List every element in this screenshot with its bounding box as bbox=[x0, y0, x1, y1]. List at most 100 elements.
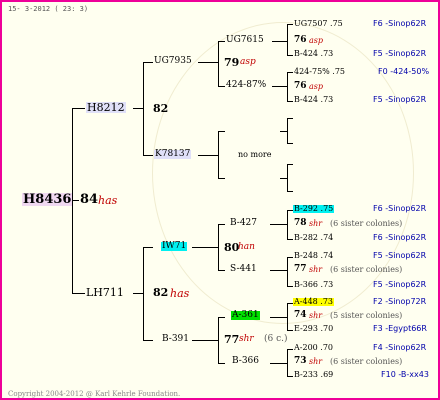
g4-5-race: shr bbox=[309, 357, 323, 366]
g4-2-bottom[interactable]: B-282 .74 bbox=[294, 234, 333, 242]
connector bbox=[72, 108, 85, 109]
g4-2-score: 78 bbox=[294, 218, 307, 228]
connector bbox=[287, 210, 288, 240]
g4-4-score: 74 bbox=[294, 310, 307, 320]
connector bbox=[287, 376, 293, 377]
connector bbox=[287, 164, 293, 165]
connector bbox=[218, 86, 225, 87]
g4-5-bottom[interactable]: B-233 .69 bbox=[294, 371, 333, 379]
connector bbox=[198, 155, 218, 156]
gen3-b[interactable]: 424-87% bbox=[226, 81, 266, 90]
g4-3-top[interactable]: B-248 .74 bbox=[294, 252, 333, 260]
g4-4-top[interactable]: A-448 .73 bbox=[293, 298, 335, 306]
connector bbox=[218, 41, 225, 42]
pedigree-chart: 15- 3-2012 ( 23: 3) Copyright 2004-2012 … bbox=[0, 0, 440, 400]
gen2-d1-id[interactable]: IW71 bbox=[161, 242, 188, 251]
connector bbox=[287, 143, 293, 144]
gen3-f[interactable]: B-366 bbox=[232, 357, 259, 366]
connector bbox=[287, 24, 293, 25]
connector bbox=[218, 363, 225, 364]
root-race: has bbox=[98, 194, 118, 207]
g4-2-right-top: F6 -Sinop62R bbox=[373, 204, 427, 213]
connector bbox=[287, 330, 293, 331]
connector bbox=[218, 317, 225, 318]
connector bbox=[218, 224, 225, 225]
root-queen-id[interactable]: H8436 bbox=[22, 193, 73, 206]
gen2-d2-id[interactable]: B-391 bbox=[162, 335, 189, 344]
g4-0-top[interactable]: UG7507 .75 bbox=[294, 20, 343, 28]
gen3-c[interactable]: B-427 bbox=[230, 219, 257, 228]
gen3-e[interactable]: A-361 bbox=[231, 311, 260, 320]
g4-2-top[interactable]: B-292 .75 bbox=[293, 205, 335, 213]
connector bbox=[218, 41, 219, 87]
dam-id[interactable]: LH711 bbox=[86, 287, 124, 298]
connector bbox=[270, 317, 287, 318]
connector bbox=[143, 247, 144, 341]
g4-1-score: 76 bbox=[294, 81, 307, 91]
g4-5-score: 73 bbox=[294, 356, 307, 366]
gen2-s1-score: 79 bbox=[224, 56, 240, 69]
connector bbox=[270, 363, 287, 364]
connector bbox=[287, 191, 293, 192]
watermark-emblem bbox=[152, 22, 414, 324]
g4-3-right-top: F5 -Sinop62R bbox=[373, 251, 427, 260]
connector bbox=[287, 239, 293, 240]
gen2-s1-id[interactable]: UG7935 bbox=[154, 57, 192, 66]
g4-1-race: asp bbox=[309, 82, 323, 91]
connector bbox=[287, 257, 288, 287]
g4-0-score: 76 bbox=[294, 35, 307, 45]
g4-4-right-top: F2 -Sinop72R bbox=[373, 297, 427, 306]
connector bbox=[287, 303, 288, 331]
connector bbox=[143, 62, 144, 156]
connector bbox=[218, 270, 225, 271]
gen3-d[interactable]: S-441 bbox=[230, 265, 257, 274]
g4-0-right-top: F6 -Sinop62R bbox=[373, 19, 427, 28]
connector bbox=[287, 118, 293, 119]
connector bbox=[143, 155, 153, 156]
dam-race: has bbox=[170, 287, 190, 300]
g4-3-score: 77 bbox=[294, 264, 307, 274]
g4-1-right-top: F0 -424-50% bbox=[378, 67, 430, 76]
connector bbox=[72, 293, 85, 294]
connector bbox=[287, 286, 293, 287]
g4-5-extra: (6 sister colonies) bbox=[330, 357, 403, 366]
g4-5-right-top: F4 -Sinop62R bbox=[373, 343, 427, 352]
connector bbox=[287, 349, 288, 377]
g4-4-bottom[interactable]: E-293 .70 bbox=[294, 325, 333, 333]
connector bbox=[272, 41, 287, 42]
connector bbox=[218, 178, 225, 179]
g4-0-bottom[interactable]: B-424 .73 bbox=[294, 50, 333, 58]
connector bbox=[287, 164, 288, 192]
connector bbox=[218, 131, 219, 179]
footer-copyright: Copyright 2004-2012 @ Karl Kehrle Founda… bbox=[8, 390, 181, 398]
g4-4-race: shr bbox=[309, 311, 323, 320]
connector bbox=[272, 86, 287, 87]
gen2-d2-extra: (6 c.) bbox=[264, 334, 288, 344]
connector bbox=[192, 340, 218, 341]
connector bbox=[287, 72, 293, 73]
gen2-s1-race: asp bbox=[240, 57, 256, 67]
g4-1-top[interactable]: 424-75% .75 bbox=[294, 68, 345, 76]
g4-5-top[interactable]: A-200 .70 bbox=[294, 344, 333, 352]
connector bbox=[198, 62, 218, 63]
g4-1-right-bottom: F5 -Sinop62R bbox=[373, 95, 427, 104]
dam-score: 82 bbox=[153, 286, 169, 299]
connector bbox=[270, 224, 287, 225]
gen2-s2-id[interactable]: K78137 bbox=[154, 150, 192, 159]
g4-3-bottom[interactable]: B-366 .73 bbox=[294, 281, 333, 289]
connector bbox=[287, 118, 288, 144]
g4-4-extra: (5 sister colonies) bbox=[330, 311, 403, 320]
g4-5-right-bottom: F10 -B-xx43 bbox=[381, 370, 429, 379]
connector bbox=[287, 257, 293, 258]
connector bbox=[287, 349, 293, 350]
no-more-note: no more bbox=[238, 150, 272, 159]
gen3-a[interactable]: UG7615 bbox=[226, 36, 264, 45]
g4-1-bottom[interactable]: B-424 .73 bbox=[294, 96, 333, 104]
connector bbox=[143, 62, 153, 63]
connector bbox=[72, 108, 73, 294]
connector bbox=[287, 101, 293, 102]
connector bbox=[192, 247, 218, 248]
sire-id[interactable]: H8212 bbox=[86, 102, 126, 113]
connector bbox=[218, 224, 219, 271]
connector bbox=[133, 293, 143, 294]
